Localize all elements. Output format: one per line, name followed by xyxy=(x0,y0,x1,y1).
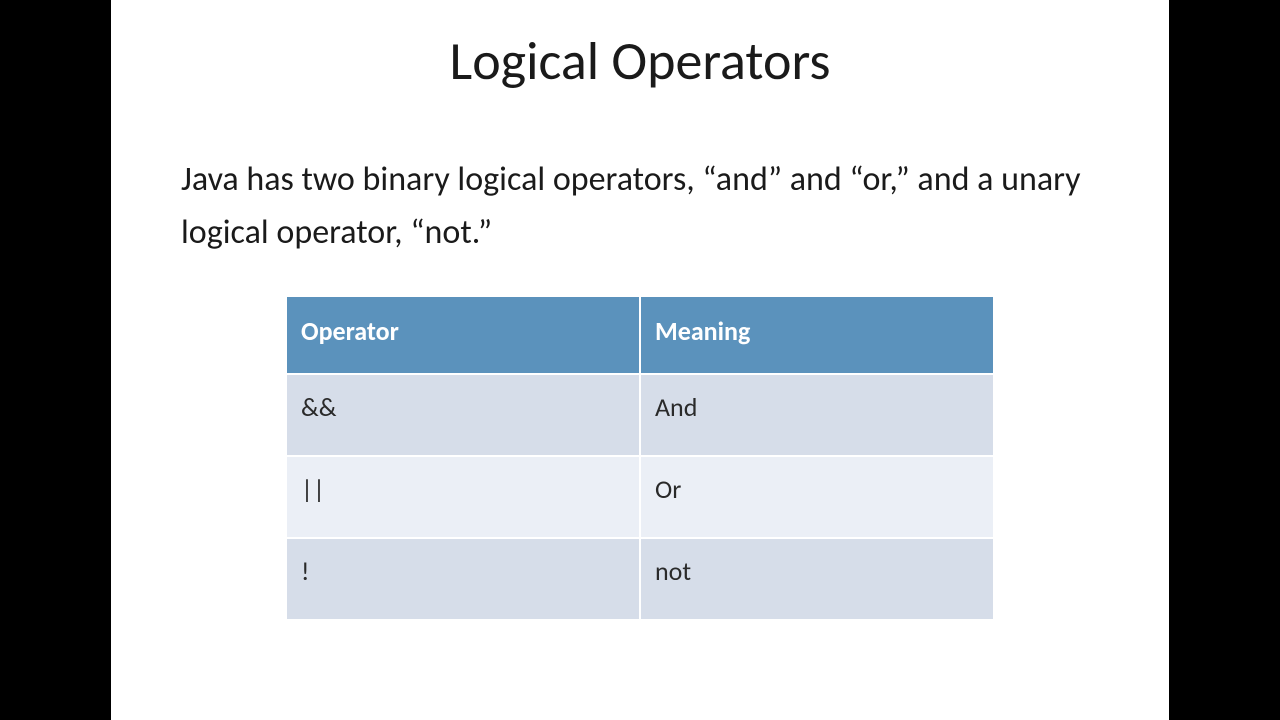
cell-meaning: And xyxy=(640,374,994,456)
table-row: ! not xyxy=(286,538,994,620)
cell-meaning: not xyxy=(640,538,994,620)
table-row: && And xyxy=(286,374,994,456)
slide-title: Logical Operators xyxy=(111,28,1169,94)
slide: Logical Operators Java has two binary lo… xyxy=(111,0,1169,720)
operators-table: Operator Meaning && And || Or ! not xyxy=(285,295,995,621)
table-header-operator: Operator xyxy=(286,296,640,374)
cell-operator: && xyxy=(286,374,640,456)
table-row: || Or xyxy=(286,456,994,538)
table-header-meaning: Meaning xyxy=(640,296,994,374)
cell-operator: || xyxy=(286,456,640,538)
slide-body-text: Java has two binary logical operators, “… xyxy=(181,154,1099,259)
cell-meaning: Or xyxy=(640,456,994,538)
cell-operator: ! xyxy=(286,538,640,620)
